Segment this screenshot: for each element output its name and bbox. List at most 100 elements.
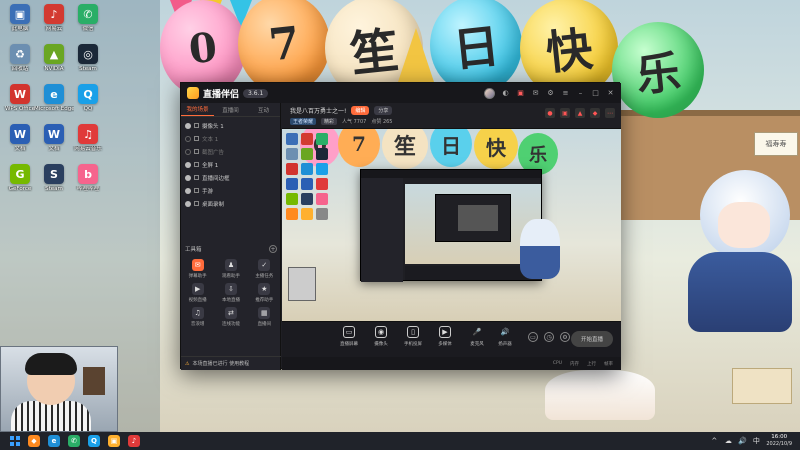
eye-icon[interactable] (185, 187, 191, 194)
desktop-icon-wechat[interactable]: ✆ 微信 (70, 4, 106, 32)
preview-figurine (520, 219, 560, 279)
taskbar-app-wechat[interactable]: ✆ (68, 435, 80, 447)
download-icon: ⇩ (224, 283, 237, 295)
add-icon[interactable]: + (269, 245, 277, 253)
user-avatar[interactable] (484, 87, 495, 99)
desktop-icon-edge[interactable]: e Microsoft Edge (34, 84, 74, 112)
network-icon[interactable]: ☁ (724, 437, 732, 445)
qq-icon: Q (78, 84, 98, 104)
scene-item[interactable]: 文本 1 (181, 132, 280, 145)
desktop-icon-document[interactable]: W 文档 (2, 124, 38, 152)
shop-icon[interactable]: ◆ (590, 108, 600, 118)
scene-item[interactable]: 桌面录制 (181, 197, 280, 210)
eye-off-icon[interactable] (185, 148, 191, 155)
screen-capture-button[interactable]: ▭ 直播屏幕 (338, 326, 360, 347)
eye-icon[interactable] (185, 161, 191, 168)
content-tag[interactable]: 精彩 (321, 118, 338, 125)
tool-item[interactable]: ♟ 观看助手 (214, 259, 247, 279)
desktop-icon-netease[interactable]: ♪ 网易云 (36, 4, 72, 32)
taskbar-app-live-companion[interactable]: ◆ (28, 435, 40, 447)
scene-item[interactable]: 摄像头 1 (181, 119, 280, 132)
video-record-icon[interactable]: ▭ (528, 332, 538, 342)
input-method-icon[interactable]: 中 (752, 437, 760, 445)
scene-item[interactable]: 直播间边框 (181, 171, 280, 184)
desktop-icon-recycle-bin[interactable]: ♻ 回收站 (2, 44, 38, 72)
tool-item[interactable]: ⇄ 连线功能 (214, 307, 247, 327)
task-icon: ✓ (258, 259, 271, 271)
sidebar-footer[interactable]: ⚠ 本场直播已进行 使用教程 (181, 356, 281, 370)
gift-icon[interactable]: ▣ (560, 108, 570, 118)
phone-cast-button[interactable]: ▯ 手机投屏 (402, 326, 424, 347)
control-label: 麦克风 (470, 342, 484, 347)
version-badge[interactable]: 3.6.1 (243, 88, 269, 98)
steam-icon: S (44, 164, 64, 184)
desktop-icon-steam[interactable]: ◎ Steam (70, 44, 106, 72)
toolbox-grid: ✉ 弹幕助手 ♟ 观看助手 ✓ 主播任务 ▶ 视频直播 ⇩ 本地直播 ★ 推荐助手 ♫ 音浪增… (181, 259, 281, 327)
desktop-icon-steam[interactable]: S Steam (36, 164, 72, 192)
desktop-icon-this-pc[interactable]: ▣ 此电脑 (2, 4, 38, 32)
scene-item[interactable]: 截图广告 (181, 145, 280, 158)
tool-label: 音浪增 (190, 322, 205, 327)
taskbar-app-explorer[interactable]: ▣ (108, 435, 120, 447)
desktop-icon-netease-music[interactable]: ♫ 网易云音乐 (70, 124, 106, 152)
eye-icon[interactable] (185, 174, 191, 181)
eye-icon[interactable] (185, 122, 191, 129)
maximize-icon[interactable]: □ (591, 89, 600, 98)
scene-label: 桌面录制 (202, 201, 225, 208)
tab-interact[interactable]: 互动 (247, 103, 280, 116)
stream-preview[interactable]: 0 7 笙 日 快 乐 (282, 129, 621, 321)
room-icon: ▦ (258, 307, 271, 319)
close-icon[interactable]: ✕ (606, 89, 615, 98)
rank-icon[interactable]: ▲ (575, 108, 585, 118)
media-button[interactable]: ▶ 多媒体 (434, 326, 456, 347)
taskbar-app-music[interactable]: ♪ (128, 435, 140, 447)
taskbar-app-qq[interactable]: Q (88, 435, 100, 447)
speaker-button[interactable]: 🔊 扬声器 (494, 326, 516, 347)
minimize-icon[interactable]: – (576, 89, 585, 98)
settings-icon[interactable]: ⚙ (546, 89, 555, 98)
desktop-icon-qq[interactable]: Q QQ (70, 84, 106, 112)
music-icon: ♪ (44, 4, 64, 24)
tool-item[interactable]: ♫ 音浪增 (181, 307, 214, 327)
desktop-icon-wps[interactable]: W WPS Office (2, 84, 38, 112)
phone-icon: ▯ (407, 326, 419, 338)
start-live-button[interactable]: 开始直播 (571, 331, 613, 347)
scene-item[interactable]: 手游 (181, 184, 280, 197)
desktop-icon-label: Steam (79, 66, 97, 72)
microphone-button[interactable]: 🎤 麦克风 (466, 326, 488, 347)
desktop-icon-nvidia[interactable]: ▲ NVIDIA (36, 44, 72, 72)
tool-item[interactable]: ✉ 弹幕助手 (181, 259, 214, 279)
tab-scenes[interactable]: 我的场景 (181, 103, 214, 116)
clock[interactable]: 16:00 2022/10/9 (766, 434, 792, 448)
timer-icon[interactable]: ◷ (544, 332, 554, 342)
desktop-icon-document[interactable]: W 文档 (36, 124, 72, 152)
edit-button[interactable]: 编辑 (351, 106, 370, 115)
message-icon[interactable]: ✉ (531, 89, 540, 98)
scene-item[interactable]: 全屏 1 (181, 158, 280, 171)
windows-start-icon[interactable] (10, 436, 20, 446)
share-button[interactable]: 分享 (374, 106, 393, 115)
tool-item[interactable]: ▦ 直播间 (248, 307, 281, 327)
tray-expand-icon[interactable]: ^ (710, 437, 718, 445)
category-tag[interactable]: 王者荣耀 (290, 118, 317, 125)
taskbar-app-edge[interactable]: e (48, 435, 60, 447)
tab-room[interactable]: 直播间 (214, 103, 247, 116)
more-icon[interactable]: ⋯ (605, 108, 615, 118)
volume-icon[interactable]: 🔊 (738, 437, 747, 445)
gift-icon[interactable]: ▣ (516, 89, 525, 98)
desktop-icon-bilibili[interactable]: b 哔哩哔哩 (70, 164, 106, 192)
scene-label: 手游 (202, 188, 214, 195)
desktop-icon-geforce[interactable]: G GeForce (2, 164, 38, 192)
tool-item[interactable]: ★ 推荐助手 (248, 283, 281, 303)
tool-item[interactable]: ⇩ 本地直播 (214, 283, 247, 303)
camera-button[interactable]: ◉ 摄像头 (370, 326, 392, 347)
record-icon[interactable]: ● (545, 108, 555, 118)
eye-icon[interactable] (185, 200, 191, 207)
eye-off-icon[interactable] (185, 135, 191, 142)
headset-icon[interactable]: ◐ (501, 89, 510, 98)
tool-item[interactable]: ✓ 主播任务 (248, 259, 281, 279)
tool-item[interactable]: ▶ 视频直播 (181, 283, 214, 303)
desktop-icon-label: 网易云音乐 (74, 146, 102, 152)
menu-icon[interactable]: ≡ (561, 89, 570, 98)
settings-icon[interactable]: ⚙ (560, 332, 570, 342)
